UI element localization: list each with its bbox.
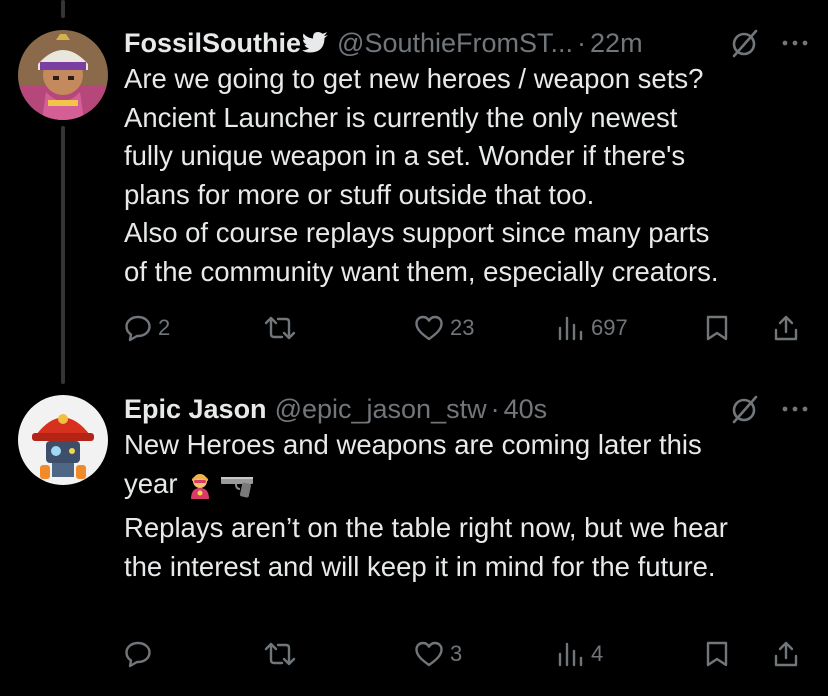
bird-icon xyxy=(302,32,329,54)
reply-icon xyxy=(125,641,151,668)
timestamp[interactable]: 22m xyxy=(590,28,643,59)
views-button[interactable]: 4 xyxy=(557,636,603,672)
share-button[interactable] xyxy=(772,636,800,672)
bookmark-button[interactable] xyxy=(704,636,730,672)
grok-icon[interactable] xyxy=(730,394,760,424)
grok-icon[interactable] xyxy=(730,28,760,58)
display-name[interactable]: FossilSouthie xyxy=(124,28,301,59)
bookmark-icon xyxy=(706,315,728,341)
heart-icon xyxy=(415,315,443,341)
reply-count: 2 xyxy=(158,315,171,340)
like-button[interactable]: 3 xyxy=(414,636,462,672)
handle[interactable]: @epic_jason_stw xyxy=(275,394,487,425)
view-count: 4 xyxy=(591,641,604,666)
like-button[interactable]: 23 xyxy=(414,310,474,346)
reply-button[interactable]: 2 xyxy=(124,310,170,346)
tweet-text-paragraph: Replays aren’t on the table right now, b… xyxy=(124,512,728,582)
bookmark-button[interactable] xyxy=(704,310,730,346)
avatar[interactable] xyxy=(18,30,108,120)
tweet-text: Are we going to get new heroes / weapon … xyxy=(124,63,719,287)
tweet-actions: 2 23 697 xyxy=(124,310,810,346)
tweet-text-line: year xyxy=(124,467,178,499)
retweet-button[interactable] xyxy=(264,636,302,672)
display-name[interactable]: Epic Jason xyxy=(124,394,267,425)
thread-line xyxy=(61,126,65,384)
separator-dot: · xyxy=(490,393,500,424)
pistol-emoji-icon xyxy=(219,471,255,510)
robot-character-avatar-icon xyxy=(18,395,108,485)
views-chart-icon xyxy=(558,642,583,667)
share-icon xyxy=(774,641,798,667)
separator-dot: · xyxy=(577,27,587,58)
thread-line-top xyxy=(61,0,65,18)
tweet[interactable]: Epic Jason @epic_jason_stw · 40s New Her… xyxy=(124,392,810,586)
bookmark-icon xyxy=(706,641,728,667)
more-options-icon[interactable] xyxy=(780,28,810,58)
like-count: 23 xyxy=(450,315,475,340)
share-icon xyxy=(774,315,798,341)
reply-button[interactable] xyxy=(124,636,158,672)
handle[interactable]: @SouthieFromST... xyxy=(337,28,573,59)
view-count: 697 xyxy=(591,315,628,340)
views-chart-icon xyxy=(558,316,583,341)
views-button[interactable]: 697 xyxy=(557,310,628,346)
more-options-icon[interactable] xyxy=(780,394,810,424)
retweet-icon xyxy=(264,316,296,340)
heart-icon xyxy=(415,641,443,667)
timestamp[interactable]: 40s xyxy=(504,394,548,425)
avatar[interactable] xyxy=(18,395,108,485)
reply-icon xyxy=(125,315,151,342)
tweet-text: New Heroes and weapons are coming later … xyxy=(124,426,810,586)
tweet-header: Epic Jason @epic_jason_stw · 40s xyxy=(124,392,810,426)
retweet-icon xyxy=(264,642,296,666)
retweet-button[interactable] xyxy=(264,310,302,346)
superhero-emoji-icon xyxy=(185,469,215,510)
tweet[interactable]: FossilSouthie @SouthieFromST... · 22m Ar… xyxy=(124,26,810,291)
tweet-actions: 3 4 xyxy=(124,636,810,672)
like-count: 3 xyxy=(450,641,463,666)
tweet-text-line: New Heroes and weapons are coming later … xyxy=(124,429,702,460)
fortnite-character-avatar-icon xyxy=(18,30,108,120)
share-button[interactable] xyxy=(772,310,800,346)
tweet-header: FossilSouthie @SouthieFromST... · 22m xyxy=(124,26,810,60)
